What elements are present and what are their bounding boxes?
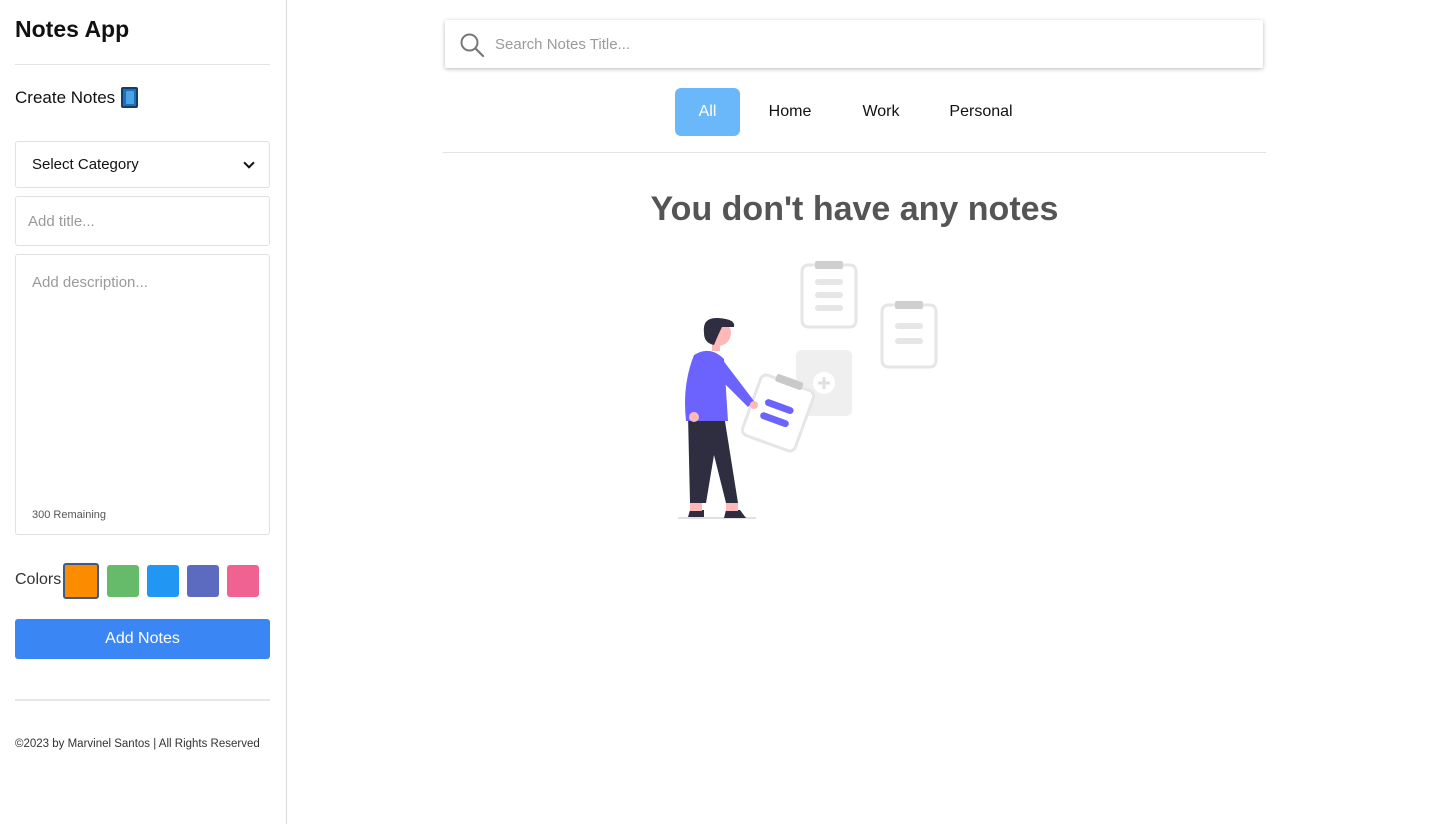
search-input[interactable] [495,20,1245,68]
color-swatch-pink[interactable] [227,565,259,597]
title-input[interactable] [15,196,270,246]
colors-label: Colors [15,571,62,588]
category-select[interactable]: Select Category [15,141,270,188]
create-notes-heading: Create Notes [15,87,139,108]
tabs-divider [443,152,1266,153]
add-notes-button[interactable]: Add Notes [15,619,270,659]
search-bar [445,20,1263,68]
clipboard-icon [800,261,858,329]
footer-copyright: ©2023 by Marvinel Santos | All Rights Re… [15,738,260,750]
create-notes-label: Create Notes [15,87,116,107]
color-swatch-indigo[interactable] [187,565,219,597]
tab-all[interactable]: All [675,88,740,136]
remaining-counter: 300 Remaining [32,509,106,521]
empty-notes-illustration [678,261,938,519]
tab-work[interactable]: Work [848,88,914,136]
book-icon [121,87,139,108]
tab-personal[interactable]: Personal [941,88,1021,136]
notes-app: Notes App Create Notes Select Category 3… [0,0,1438,824]
category-tabs: All Home Work Personal [443,88,1266,136]
category-select-value: Select Category [32,156,139,173]
chevron-down-icon [243,156,255,169]
description-box: 300 Remaining [15,254,270,535]
app-title: Notes App [15,16,130,42]
description-input[interactable] [16,255,269,495]
search-icon [460,33,485,58]
sidebar: Notes App Create Notes Select Category 3… [0,0,287,824]
color-swatch-green[interactable] [107,565,139,597]
color-swatch-orange[interactable] [63,563,99,599]
empty-state-message: You don't have any notes [650,190,1059,228]
sidebar-divider [15,64,270,65]
clipboard-icon [880,301,938,369]
color-swatch-blue[interactable] [147,565,179,597]
tab-home[interactable]: Home [756,88,824,136]
footer-divider [15,699,270,701]
